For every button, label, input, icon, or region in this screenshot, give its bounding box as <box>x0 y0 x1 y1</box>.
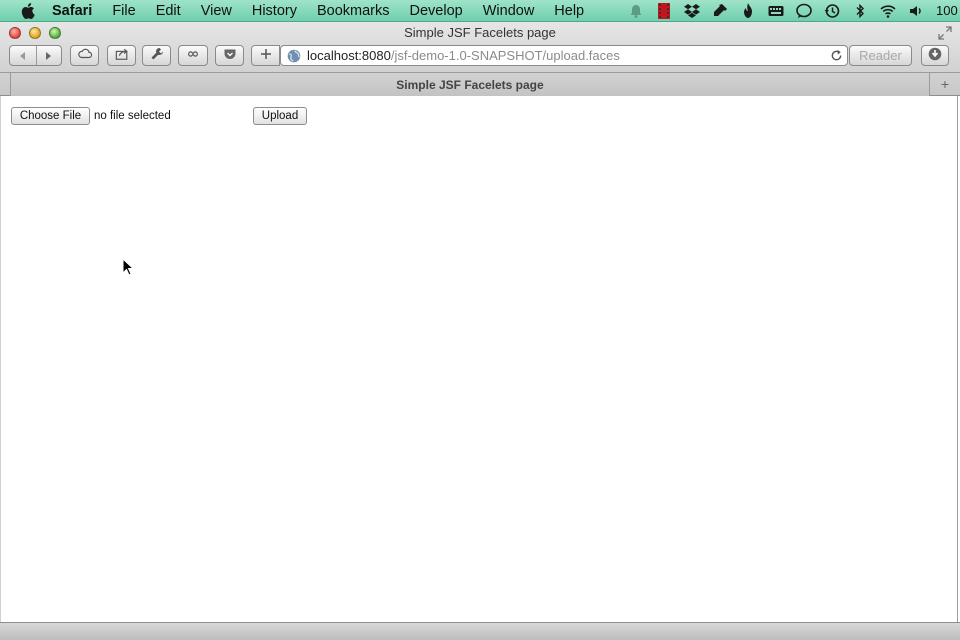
menu-help[interactable]: Help <box>544 0 594 21</box>
download-icon <box>928 47 942 64</box>
status-menu-area: 100 <box>622 0 960 21</box>
menu-window[interactable]: Window <box>473 0 545 21</box>
choose-file-button[interactable]: Choose File <box>11 107 90 125</box>
bluetooth-icon[interactable] <box>849 0 871 21</box>
tab-label: Simple JSF Facelets page <box>396 77 544 92</box>
menu-view[interactable]: View <box>191 0 242 21</box>
pocket-button[interactable] <box>215 45 244 66</box>
forward-arrow-icon[interactable] <box>36 49 62 63</box>
apple-menu-icon[interactable] <box>18 0 40 21</box>
browser-chrome: Simple JSF Facelets page localhost:8080 … <box>0 22 960 96</box>
wrench-icon <box>150 47 164 64</box>
url-path: /jsf-demo-1.0-SNAPSHOT/upload.faces <box>390 48 620 63</box>
menu-edit[interactable]: Edit <box>146 0 191 21</box>
menu-bar: Safari File Edit View History Bookmarks … <box>0 0 960 22</box>
fullscreen-icon[interactable] <box>938 26 952 40</box>
share-button[interactable] <box>107 45 136 66</box>
menu-app-safari[interactable]: Safari <box>52 0 102 21</box>
keyboard-icon[interactable] <box>765 0 787 21</box>
volume-icon[interactable] <box>905 0 927 21</box>
file-status-text: no file selected <box>94 110 171 122</box>
title-bar[interactable]: Simple JSF Facelets page <box>0 22 960 44</box>
menu-bookmarks[interactable]: Bookmarks <box>307 0 400 21</box>
wifi-icon[interactable] <box>877 0 899 21</box>
video-app-icon[interactable] <box>653 0 675 21</box>
status-bar <box>0 622 960 640</box>
tab-active[interactable]: Simple JSF Facelets page <box>10 73 930 96</box>
upload-button[interactable]: Upload <box>253 107 307 125</box>
menu-file[interactable]: File <box>102 0 145 21</box>
back-arrow-icon[interactable] <box>10 49 36 63</box>
new-tab-icon[interactable]: + <box>938 76 952 92</box>
reader-button[interactable]: Reader <box>849 45 912 66</box>
menu-history[interactable]: History <box>242 0 307 21</box>
tab-bar: Simple JSF Facelets page + <box>0 72 960 96</box>
mouse-cursor-icon <box>122 258 134 276</box>
link-extension-icon <box>186 47 200 64</box>
globe-icon <box>287 49 301 63</box>
pen-tool-icon[interactable] <box>709 0 731 21</box>
plus-icon <box>259 47 273 64</box>
dropbox-icon[interactable] <box>681 0 703 21</box>
file-input-group: Choose File no file selected <box>11 107 254 125</box>
downloads-button[interactable] <box>921 45 949 66</box>
toolbar: localhost:8080 /jsf-demo-1.0-SNAPSHOT/up… <box>0 44 960 70</box>
share-icon <box>115 47 129 64</box>
window-title: Simple JSF Facelets page <box>404 25 556 40</box>
extension-button[interactable] <box>178 45 208 66</box>
reload-icon[interactable] <box>830 49 843 62</box>
develop-tools-button[interactable] <box>142 45 171 66</box>
time-machine-icon[interactable] <box>821 0 843 21</box>
menu-develop[interactable]: Develop <box>400 0 473 21</box>
battery-percentage[interactable]: 100 <box>930 3 960 18</box>
back-forward-group <box>9 45 62 66</box>
page-content: Choose File no file selected Upload <box>0 96 958 622</box>
flame-icon[interactable] <box>737 0 759 21</box>
address-bar[interactable]: localhost:8080 /jsf-demo-1.0-SNAPSHOT/up… <box>280 45 848 66</box>
notification-bell-icon[interactable] <box>625 0 647 21</box>
cloud-icon <box>77 47 92 64</box>
add-bookmark-button[interactable] <box>251 45 280 66</box>
chat-bubble-icon[interactable] <box>793 0 815 21</box>
icloud-tabs-button[interactable] <box>70 45 99 66</box>
url-host: localhost:8080 <box>307 48 391 63</box>
pocket-icon <box>223 47 237 64</box>
